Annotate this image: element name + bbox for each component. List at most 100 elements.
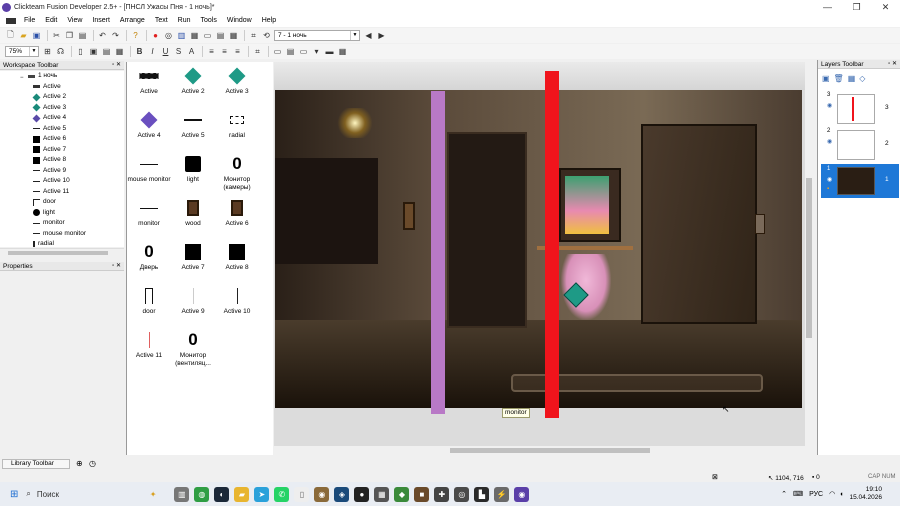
minecraft-icon[interactable]: ■ [414,486,430,502]
game2-icon[interactable]: ◆ [394,486,410,502]
wifi-icon[interactable]: ◠ [829,490,835,498]
tree-item[interactable]: Active 10 [33,176,124,187]
eye-icon[interactable]: ◉ [827,138,832,145]
menu-help[interactable]: Help [257,17,281,24]
library-item[interactable]: Active 3 [215,66,259,96]
copy-icon[interactable]: ❐ [64,30,75,41]
text-left-icon[interactable]: ≡ [206,46,217,57]
notepad-icon[interactable]: ▯ [294,486,310,502]
pin-close-icon[interactable]: ▫ ✕ [112,262,121,271]
light-switch-left[interactable] [403,202,415,230]
app3-icon[interactable]: ◎ [454,486,470,502]
tree-item[interactable]: Active 7 [33,145,124,156]
clock[interactable]: 19:10 15.04.2026 [849,486,882,502]
library-item[interactable]: Active [127,66,171,96]
game-scene[interactable] [275,90,802,408]
chrome-icon[interactable]: ◍ [194,486,210,502]
tree-item[interactable]: Active 2 [32,92,124,103]
tree-item[interactable]: Active 4 [32,113,124,124]
options-icon[interactable]: ▦ [337,46,348,57]
tree-item[interactable]: radial [33,239,124,247]
app2-icon[interactable]: ✚ [434,486,450,502]
frame-vertical-scrollbar[interactable] [805,62,813,446]
event-list-icon[interactable]: ▤ [215,30,226,41]
app-menu-icon[interactable] [6,17,16,24]
folder-icon[interactable]: ▰ [234,486,250,502]
library-item[interactable]: 0 Монитор (вентиляц... [171,330,215,368]
zoom-select[interactable]: 75% ▼ [5,46,39,57]
menu-edit[interactable]: Edit [40,17,62,24]
whatsapp-icon[interactable]: ✆ [274,486,290,502]
terminal-icon[interactable]: ▙ [474,486,490,502]
eye-icon[interactable]: ◉ [827,176,832,183]
library-item[interactable]: 0 Монитор (камеры) [215,154,259,192]
pin-close-icon[interactable]: ▫ ✕ [888,60,897,69]
record-icon[interactable]: ▬ [324,46,335,57]
calculator-icon[interactable]: ▦ [374,486,390,502]
chevron-down-icon[interactable]: ▼ [350,31,359,40]
minimize-button[interactable]: — [813,0,842,14]
maximize-button[interactable]: ❐ [842,0,871,14]
language-indicator[interactable]: РУС [809,491,823,498]
library-toolbar-tab[interactable]: Library Toolbar [2,459,70,469]
font-icon[interactable]: A [186,46,197,57]
library-item[interactable]: light [171,154,215,184]
search-icon[interactable]: ⊕ [76,459,83,468]
frame-props-icon[interactable]: ⌗ [248,30,259,41]
align-top-icon[interactable]: ▦ [114,46,125,57]
library-item[interactable]: Active 8 [215,242,259,272]
clock-icon[interactable]: ◷ [89,459,96,468]
chevron-down-icon[interactable]: ▼ [29,47,38,56]
frame-selector[interactable]: 7 - 1 ночь ▼ [274,30,360,41]
layer-row-2[interactable]: 2 ◉ 2 [821,128,899,162]
layout-icon[interactable]: ▭ [272,46,283,57]
library-item[interactable]: door [127,286,171,316]
next-frame-icon[interactable]: ▶ [376,30,387,41]
close-button[interactable]: ✕ [871,0,900,14]
app4-icon[interactable]: ⚡ [494,486,510,502]
scrollbar-thumb[interactable] [450,448,650,453]
strike-icon[interactable]: S [173,46,184,57]
steam-icon[interactable]: ◐ [214,486,230,502]
game-icon[interactable]: ◉ [314,486,330,502]
lock-icon[interactable]: ▪ [827,186,829,192]
view-icon[interactable]: ▤ [285,46,296,57]
frame-editor[interactable]: monitor ↖ [274,62,805,446]
light-switch-right[interactable] [755,214,765,234]
right-door[interactable] [641,124,757,324]
new-file-icon[interactable]: 🗋 [5,30,16,41]
menu-arrange[interactable]: Arrange [115,17,150,24]
task-view-icon[interactable]: ▥ [174,486,190,502]
align-center-icon[interactable]: ▣ [88,46,99,57]
event-editor-icon[interactable]: ▦ [189,30,200,41]
bold-icon[interactable]: B [134,46,145,57]
menu-window[interactable]: Window [222,17,257,24]
tree-item[interactable]: door [33,197,124,208]
collapse-icon[interactable]: − [20,73,25,81]
align-left-icon[interactable]: ▯ [75,46,86,57]
telegram-icon[interactable]: ➤ [254,486,270,502]
red-bar[interactable] [545,71,559,418]
network-icon[interactable]: ⌨ [793,490,803,498]
library-item[interactable]: mouse monitor [127,154,171,184]
tree-item[interactable]: Active 11 [33,187,124,198]
library-item[interactable]: Active 10 [215,286,259,316]
volume-icon[interactable]: ◖ [839,491,843,498]
paste-icon[interactable]: ▤ [77,30,88,41]
data-elements-icon[interactable]: ▦ [228,30,239,41]
menu-tools[interactable]: Tools [196,17,222,24]
library-item[interactable]: Active 11 [127,330,171,360]
layer-row-3[interactable]: 3 ◉ 3 [821,92,899,126]
frame-horizontal-scrollbar[interactable] [274,446,805,456]
tree-item[interactable]: light [33,208,124,219]
tree-item[interactable]: mouse monitor [33,229,124,240]
tree-item[interactable]: Active 5 [33,124,124,135]
tree-item[interactable]: Active 8 [33,155,124,166]
open-folder-icon[interactable]: ▰ [18,30,29,41]
library-item[interactable]: monitor [127,198,171,228]
undo-icon[interactable]: ↶ [97,30,108,41]
tree-item[interactable]: Active [33,82,124,93]
menu-text[interactable]: Text [150,17,173,24]
storyboard-icon[interactable]: ▭ [202,30,213,41]
text-center-icon[interactable]: ≡ [219,46,230,57]
